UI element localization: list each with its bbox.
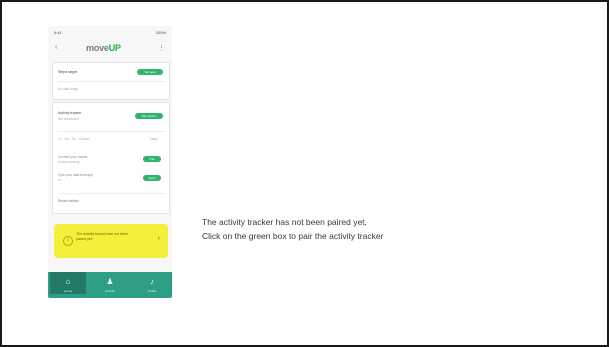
tracker-not-paired-toast[interactable]: ! The activity tracker has not been pair… xyxy=(54,224,168,258)
instruction-line-2: Click on the green box to pair the activ… xyxy=(202,231,384,241)
sync-subtext: or xyxy=(58,178,61,182)
toast-message: The activity tracker has not been paired… xyxy=(76,232,128,241)
bell-icon: ♪ xyxy=(150,277,154,286)
tracker-status: Not connected xyxy=(58,117,79,121)
tutorial-slide: 9:41 100% ‹ moveUP ⋮ Steps target Set go… xyxy=(0,0,609,347)
chevron-right-icon: › xyxy=(157,235,160,242)
steps-label: Steps target xyxy=(58,70,78,74)
status-bar: 9:41 100% xyxy=(48,26,172,38)
back-icon[interactable]: ‹ xyxy=(55,44,57,51)
sync-button[interactable]: Sync xyxy=(143,175,161,181)
set-goal-button[interactable]: Set goal xyxy=(137,69,163,75)
range-tabs[interactable]: 7d · 1m · 3m · Custom xyxy=(58,137,90,141)
connect-text: Connect your tracker xyxy=(58,155,88,159)
sync-text: Sync your data from app xyxy=(58,173,93,177)
app-header: ‹ moveUP ⋮ xyxy=(48,38,172,60)
warning-icon: ! xyxy=(63,236,73,246)
tab-label: Activity xyxy=(105,289,115,293)
pair-device-button[interactable]: Pair device xyxy=(135,113,163,119)
phone-screenshot: 9:41 100% ‹ moveUP ⋮ Steps target Set go… xyxy=(48,26,172,298)
tracker-card: Activity tracker Not connected Pair devi… xyxy=(52,102,170,214)
person-icon: ♟ xyxy=(106,277,114,286)
logo-text: move xyxy=(86,43,109,53)
instruction-line-1: The activity tracker has not been paired… xyxy=(202,217,367,227)
recent-activity-label: Recent activity xyxy=(58,199,79,203)
tab-activity[interactable]: ♟ Activity xyxy=(92,272,128,294)
instruction-text: The activity tracker has not been paired… xyxy=(202,215,562,243)
pair-button[interactable]: Pair xyxy=(143,156,161,162)
app-logo: moveUP xyxy=(86,43,121,53)
bottom-tab-bar: ⌂ Home ♟ Activity ♪ Profile xyxy=(48,272,172,298)
status-battery: 100% xyxy=(155,30,166,35)
home-icon: ⌂ xyxy=(65,277,71,286)
summary-label: Today xyxy=(149,137,158,141)
status-time: 9:41 xyxy=(54,30,62,35)
tab-home[interactable]: ⌂ Home xyxy=(50,272,86,294)
tab-label: Home xyxy=(63,289,72,293)
tab-profile[interactable]: ♪ Profile xyxy=(134,272,170,294)
connect-subtext: to start syncing xyxy=(58,160,80,164)
logo-text-accent: UP xyxy=(108,43,121,53)
divider xyxy=(57,193,165,194)
divider xyxy=(57,131,165,132)
menu-icon[interactable]: ⋮ xyxy=(158,44,165,52)
tracker-label: Activity tracker xyxy=(58,111,82,115)
tab-label: Profile xyxy=(147,289,157,293)
steps-card: Steps target Set goal No data today xyxy=(52,62,170,100)
divider xyxy=(57,81,165,82)
steps-subtext: No data today xyxy=(58,87,78,91)
